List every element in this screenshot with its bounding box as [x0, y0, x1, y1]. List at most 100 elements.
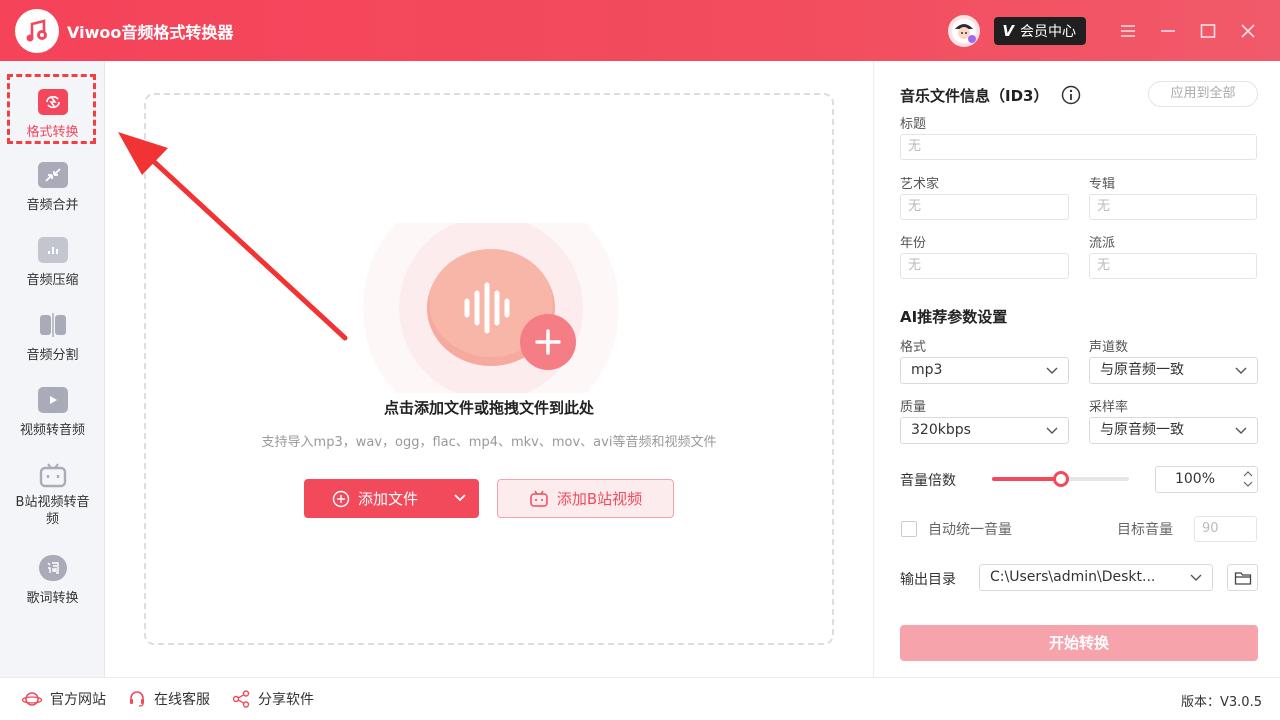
online-support-label: 在线客服	[154, 692, 210, 708]
sidebar-item-label: 视频转音频	[19, 423, 85, 438]
lyrics-icon	[38, 555, 67, 581]
channels-select[interactable]: 与原音频一致	[1089, 357, 1258, 384]
app-logo	[15, 8, 59, 53]
vip-icon: V	[1002, 21, 1014, 40]
menu-button[interactable]	[1110, 13, 1146, 49]
add-bilibili-label: 添加B站视频	[556, 490, 643, 508]
browse-folder-button[interactable]	[1227, 564, 1258, 591]
year-label: 年份	[900, 236, 927, 251]
chevron-down-icon	[1046, 427, 1058, 434]
format-value: mp3	[911, 362, 943, 378]
samplerate-value: 与原音频一致	[1100, 422, 1184, 438]
share-software-link[interactable]: 分享软件	[232, 689, 314, 709]
auto-volume-label: 自动统一音量	[928, 522, 1012, 538]
sidebar: 格式转换 音频合并 音频压缩 音频分割 视频转音频 B站视频转音频 歌词转换	[0, 61, 105, 677]
volume-slider-fill	[992, 477, 1061, 481]
sidebar-item-label: B站视频转音频	[15, 495, 90, 527]
auto-volume-checkbox[interactable]	[901, 521, 917, 537]
vip-center-button[interactable]: V 会员中心	[994, 16, 1086, 45]
official-website-label: 官方网站	[50, 692, 106, 708]
version-label: 版本：V3.0.5	[1181, 695, 1262, 710]
output-dir-value: C:\Users\admin\Deskt...	[990, 569, 1156, 585]
volume-stepper[interactable]: 100%	[1155, 466, 1258, 493]
sidebar-item-label: 音频分割	[26, 348, 79, 363]
info-icon[interactable]	[1061, 85, 1081, 105]
add-file-label: 添加文件	[358, 490, 419, 508]
artist-label: 艺术家	[900, 177, 940, 192]
sidebar-item-audio-split[interactable]: 音频分割	[0, 312, 105, 363]
headset-icon	[130, 691, 144, 707]
sidebar-item-label: 音频压缩	[26, 273, 79, 288]
apply-to-all-button[interactable]: 应用到全部	[1148, 81, 1258, 107]
footer: 官方网站 在线客服 分享软件 版本：V3.0.5	[0, 677, 1280, 720]
output-dir-select[interactable]: C:\Users\admin\Deskt...	[979, 564, 1213, 591]
volume-slider[interactable]	[992, 471, 1129, 487]
chevron-down-icon	[1235, 427, 1247, 434]
id3-section-title: 音乐文件信息（ID3）	[900, 87, 1049, 105]
drop-zone-subtitle: 支持导入mp3，wav，ogg，flac、mp4、mkv、mov、avi等音频和…	[261, 435, 717, 450]
chevron-down-icon[interactable]	[453, 491, 467, 505]
format-label: 格式	[900, 340, 927, 355]
title-field[interactable]: 无	[900, 134, 1257, 160]
file-drop-zone[interactable]: 点击添加文件或拖拽文件到此处 支持导入mp3，wav，ogg，flac、mp4、…	[144, 93, 834, 645]
minimize-icon	[1161, 29, 1175, 32]
compress-icon	[37, 237, 68, 263]
format-select[interactable]: mp3	[900, 357, 1069, 384]
year-field[interactable]: 无	[900, 253, 1069, 279]
share-software-label: 分享软件	[258, 692, 314, 708]
menu-icon	[1121, 24, 1135, 37]
channels-value: 与原音频一致	[1100, 362, 1184, 378]
volume-label: 音量倍数	[900, 473, 956, 489]
sidebar-item-video-to-audio[interactable]: 视频转音频	[0, 387, 105, 438]
app-title: Viwoo音频格式转换器	[67, 22, 234, 42]
add-bilibili-video-button[interactable]: 添加B站视频	[497, 479, 674, 518]
avatar[interactable]	[948, 14, 981, 47]
user-avatar-icon	[952, 18, 977, 43]
target-volume-label: 目标音量	[1117, 522, 1173, 538]
title-bar: Viwoo音频格式转换器 V 会员中心	[0, 0, 1280, 61]
merge-icon	[37, 162, 68, 188]
sidebar-item-bilibili[interactable]: B站视频转音频	[0, 462, 105, 528]
quality-label: 质量	[900, 400, 927, 415]
sidebar-item-label: 音频合并	[26, 198, 79, 213]
close-button[interactable]	[1230, 13, 1266, 49]
genre-label: 流派	[1089, 236, 1116, 251]
stepper-down-icon[interactable]	[1243, 479, 1253, 489]
output-dir-label: 输出目录	[900, 572, 956, 588]
quality-value: 320kbps	[911, 422, 971, 438]
quality-select[interactable]: 320kbps	[900, 417, 1069, 444]
add-file-button[interactable]: 添加文件	[304, 479, 479, 518]
samplerate-select[interactable]: 与原音频一致	[1089, 417, 1258, 444]
volume-slider-handle[interactable]	[1053, 471, 1069, 487]
music-note-icon	[26, 18, 47, 41]
genre-field[interactable]: 无	[1089, 253, 1257, 279]
stepper-up-icon[interactable]	[1243, 469, 1253, 479]
close-icon	[1241, 23, 1255, 38]
sidebar-item-audio-merge[interactable]: 音频合并	[0, 162, 105, 213]
artist-field[interactable]: 无	[900, 194, 1069, 220]
ai-settings-title: AI推荐参数设置	[900, 308, 1008, 326]
audio-upload-illustration-icon	[363, 223, 619, 393]
album-field[interactable]: 无	[1089, 194, 1257, 220]
vip-center-label: 会员中心	[1020, 23, 1076, 40]
target-volume-field[interactable]: 90	[1194, 516, 1257, 542]
sidebar-item-lyrics[interactable]: 歌词转换	[0, 555, 105, 606]
planet-icon	[22, 692, 42, 706]
chevron-down-icon	[1235, 367, 1247, 374]
video-icon	[37, 387, 68, 413]
start-convert-button[interactable]: 开始转换	[900, 625, 1258, 661]
online-support-link[interactable]: 在线客服	[128, 689, 210, 709]
minimize-button[interactable]	[1150, 13, 1186, 49]
drop-zone-title: 点击添加文件或拖拽文件到此处	[383, 399, 594, 417]
settings-panel: 音乐文件信息（ID3） 应用到全部 标题 无 艺术家 无 专辑 无 年份 无 流…	[873, 61, 1280, 677]
folder-icon	[1234, 571, 1251, 585]
chevron-down-icon	[1190, 574, 1202, 581]
maximize-button[interactable]	[1190, 13, 1226, 49]
sidebar-item-format-convert[interactable]: 格式转换	[0, 89, 105, 140]
add-circle-icon	[332, 490, 350, 507]
official-website-link[interactable]: 官方网站	[22, 689, 106, 709]
sidebar-item-label: 歌词转换	[26, 591, 79, 606]
chevron-down-icon	[1046, 367, 1058, 374]
sidebar-item-audio-compress[interactable]: 音频压缩	[0, 237, 105, 288]
convert-icon	[37, 89, 68, 115]
